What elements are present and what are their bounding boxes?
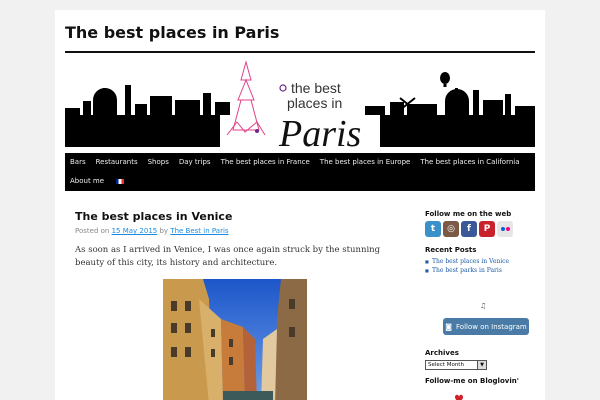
nav-item-california[interactable]: The best places in California bbox=[415, 153, 524, 172]
archives-select[interactable]: Select Month ▼ bbox=[425, 360, 487, 370]
recent-posts-list: The best places in Venice The best parks… bbox=[425, 257, 535, 275]
follow-instagram-label: Follow on Instagram bbox=[456, 322, 527, 331]
instagram-icon: ◙ bbox=[445, 322, 453, 331]
twitter-icon[interactable]: t bbox=[425, 221, 441, 237]
header-banner[interactable]: the best places in Paris thebestplacesin… bbox=[65, 60, 535, 158]
nav-item-restaurants[interactable]: Restaurants bbox=[91, 153, 143, 172]
nav-row-1: Bars Restaurants Shops Day trips The bes… bbox=[65, 153, 525, 172]
archives-title: Archives bbox=[425, 349, 459, 357]
post-excerpt: As soon as I arrived in Venice, I was on… bbox=[75, 245, 381, 268]
page-container: The best places in Paris the best places… bbox=[55, 10, 545, 400]
post-content: The best places in Venice Posted on 15 M… bbox=[75, 210, 395, 270]
site-title[interactable]: The best places in Paris bbox=[65, 23, 279, 42]
recent-post-link[interactable]: The best parks in Paris bbox=[425, 266, 535, 275]
music-note-icon: ♫ bbox=[480, 302, 487, 310]
nav-item-europe[interactable]: The best places in Europe bbox=[315, 153, 416, 172]
nav-item-day-trips[interactable]: Day trips bbox=[174, 153, 216, 172]
sidebar: Follow me on the web t ◎ f P Recent Post… bbox=[425, 210, 535, 400]
recent-posts-title: Recent Posts bbox=[425, 246, 477, 254]
follow-instagram-button[interactable]: ◙ Follow on Instagram bbox=[443, 318, 529, 335]
header-divider bbox=[65, 51, 535, 53]
flickr-icon[interactable] bbox=[497, 221, 513, 237]
post-meta: Posted on 15 May 2015 by The Best in Par… bbox=[75, 227, 395, 235]
nav-item-france[interactable]: The best places in France bbox=[216, 153, 315, 172]
french-flag-icon bbox=[116, 178, 125, 184]
bloglovin-widget-title: Follow-me on Bloglovin' bbox=[425, 377, 519, 385]
nav-item-about-me[interactable]: About me bbox=[65, 172, 109, 191]
recent-post-link[interactable]: The best places in Venice bbox=[425, 257, 535, 266]
banner-script-text: Paris bbox=[278, 113, 361, 155]
post-date-link[interactable]: 15 May 2015 bbox=[112, 227, 158, 235]
facebook-icon[interactable]: f bbox=[461, 221, 477, 237]
by-label: by bbox=[159, 227, 169, 235]
chevron-down-icon: ▼ bbox=[477, 361, 486, 369]
post-author-link[interactable]: The Best in Paris bbox=[170, 227, 228, 235]
pinterest-icon[interactable]: P bbox=[479, 221, 495, 237]
nav-item-shops[interactable]: Shops bbox=[143, 153, 174, 172]
archives-widget: Archives Select Month ▼ bbox=[425, 349, 487, 370]
nav-item-language[interactable] bbox=[109, 172, 129, 191]
post-title[interactable]: The best places in Venice bbox=[75, 210, 395, 223]
archives-select-value: Select Month bbox=[428, 362, 464, 368]
nav-item-bars[interactable]: Bars bbox=[65, 153, 91, 172]
follow-widget-title: Follow me on the web bbox=[425, 210, 512, 218]
banner-tagline-2: places in bbox=[287, 95, 342, 111]
social-icons: t ◎ f P bbox=[425, 221, 535, 237]
nav-row-2: About me bbox=[65, 172, 129, 191]
bloglovin-logo[interactable]: bloglovin bbox=[425, 393, 465, 400]
venice-photo[interactable] bbox=[163, 279, 307, 400]
instagram-icon[interactable]: ◎ bbox=[443, 221, 459, 237]
main-navigation: Bars Restaurants Shops Day trips The bes… bbox=[65, 153, 535, 191]
banner-tagline-1: the best bbox=[291, 80, 341, 96]
posted-on-label: Posted on bbox=[75, 227, 110, 235]
